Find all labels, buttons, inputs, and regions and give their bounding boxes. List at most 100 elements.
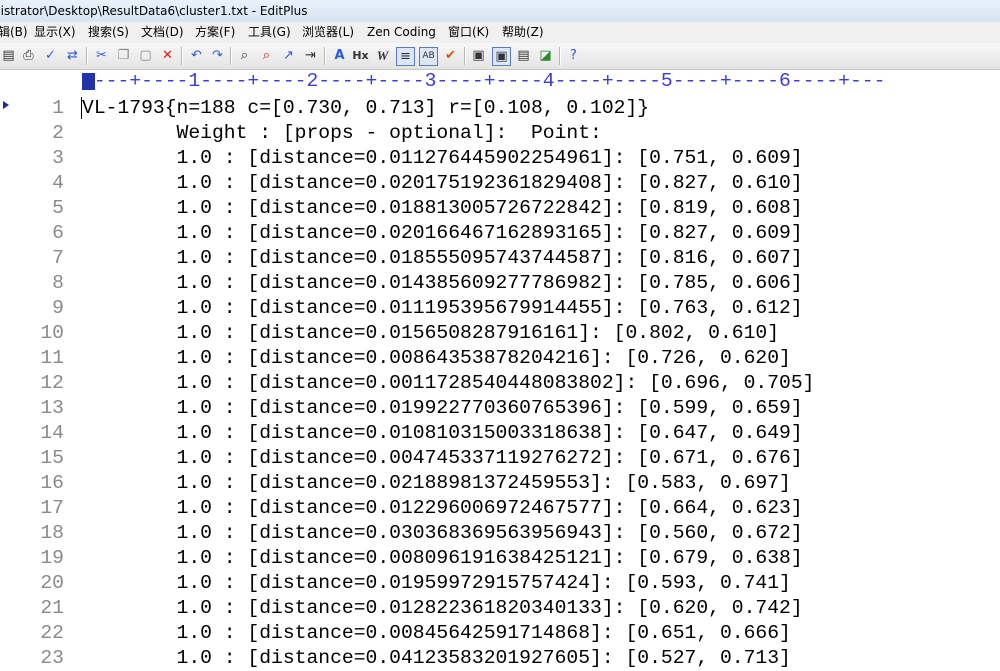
- line-text[interactable]: VL-1793{n=188 c=[0.730, 0.713] r=[0.108,…: [82, 96, 649, 121]
- column-ruler: ----+----1----+----2----+----3----+----4…: [82, 71, 1000, 92]
- spellcheck-icon[interactable]: ✓: [42, 47, 59, 64]
- editor-line[interactable]: 14 1.0 : [distance=0.010810315003318638]…: [0, 421, 1000, 446]
- editor-line[interactable]: 20 1.0 : [distance=0.01959972915757424]:…: [0, 571, 1000, 596]
- panel-1-icon[interactable]: ▣: [470, 47, 487, 64]
- line-number: 15: [40, 447, 64, 469]
- menu-tools[interactable]: 工具(G): [248, 22, 291, 43]
- editor-line[interactable]: 22 1.0 : [distance=0.00845642591714868]:…: [0, 621, 1000, 646]
- editor-line[interactable]: 10 1.0 : [distance=0.0156508287916161]: …: [0, 321, 1000, 346]
- editor-line[interactable]: 5 1.0 : [distance=0.018813005726722842]:…: [0, 196, 1000, 221]
- insert-icon[interactable]: ⇥: [302, 47, 319, 64]
- paste-icon[interactable]: ▢: [137, 47, 154, 64]
- editor-line[interactable]: 15 1.0 : [distance=0.004745337119276272]…: [0, 446, 1000, 471]
- menu-edit[interactable]: 辑(B): [0, 22, 28, 43]
- line-number: 1: [52, 97, 64, 119]
- menu-project[interactable]: 方案(F): [195, 22, 235, 43]
- editor-line[interactable]: 13 1.0 : [distance=0.019922770360765396]…: [0, 396, 1000, 421]
- editor-line[interactable]: 7 1.0 : [distance=0.018555095743744587]:…: [0, 246, 1000, 271]
- menu-browser[interactable]: 浏览器(L): [302, 22, 354, 43]
- check-icon[interactable]: ✔: [442, 47, 459, 64]
- menu-help[interactable]: 帮助(Z): [502, 22, 544, 43]
- editor-line[interactable]: 23 1.0 : [distance=0.04123583201927605]:…: [0, 646, 1000, 671]
- line-text[interactable]: 1.0 : [distance=0.018555095743744587]: […: [82, 246, 803, 271]
- editor-line[interactable]: 6 1.0 : [distance=0.020166467162893165]:…: [0, 221, 1000, 246]
- line-text[interactable]: 1.0 : [distance=0.00864353878204216]: [0…: [82, 346, 791, 371]
- find-in-files-icon[interactable]: ⌕: [258, 47, 275, 64]
- redo-icon[interactable]: ↷: [209, 47, 226, 64]
- menu-search[interactable]: 搜索(S): [88, 22, 129, 43]
- menu-window[interactable]: 窗口(K): [448, 22, 489, 43]
- delete-icon[interactable]: ✕: [159, 47, 176, 64]
- line-text[interactable]: 1.0 : [distance=0.02188981372459553]: [0…: [82, 471, 791, 496]
- goto-icon[interactable]: ↗: [280, 47, 297, 64]
- undo-icon[interactable]: ↶: [188, 47, 205, 64]
- menu-document[interactable]: 文档(D): [141, 22, 184, 43]
- editor-text-area[interactable]: 1 VL-1793{n=188 c=[0.730, 0.713] r=[0.108…: [0, 96, 1000, 671]
- italic-icon[interactable]: W: [374, 47, 391, 64]
- panel-2-icon[interactable]: ▣: [492, 47, 511, 66]
- line-text[interactable]: 1.0 : [distance=0.012296006972467577]: […: [82, 496, 803, 521]
- copy-icon[interactable]: ❐: [115, 47, 132, 64]
- line-text[interactable]: 1.0 : [distance=0.00845642591714868]: [0…: [82, 621, 791, 646]
- line-text[interactable]: 1.0 : [distance=0.020175192361829408]: […: [82, 171, 803, 196]
- line-number: 17: [40, 497, 64, 519]
- line-number: 23: [40, 647, 64, 669]
- window-title-bar[interactable]: nistrator\Desktop\ResultData6\cluster1.t…: [0, 0, 1000, 22]
- editor-line[interactable]: 21 1.0 : [distance=0.012822361820340133]…: [0, 596, 1000, 621]
- cut-icon[interactable]: ✂: [93, 47, 110, 64]
- find-icon[interactable]: ⌕: [236, 47, 253, 64]
- line-text[interactable]: 1.0 : [distance=0.004745337119276272]: […: [82, 446, 803, 471]
- print-preview-icon[interactable]: ▤: [0, 47, 17, 64]
- editor-line[interactable]: 17 1.0 : [distance=0.012296006972467577]…: [0, 496, 1000, 521]
- editor-line[interactable]: 2 Weight : [props - optional]: Point:: [0, 121, 1000, 146]
- line-number: 13: [40, 397, 64, 419]
- line-text[interactable]: 1.0 : [distance=0.018813005726722842]: […: [82, 196, 803, 221]
- line-text[interactable]: 1.0 : [distance=0.008096191638425121]: […: [82, 546, 803, 571]
- font-size-icon[interactable]: A: [331, 47, 348, 64]
- line-text[interactable]: 1.0 : [distance=0.020166467162893165]: […: [82, 221, 803, 246]
- line-number: 10: [40, 322, 64, 344]
- line-text[interactable]: 1.0 : [distance=0.011276445902254961]: […: [82, 146, 803, 171]
- editor-line[interactable]: 16 1.0 : [distance=0.02188981372459553]:…: [0, 471, 1000, 496]
- text-caret: [81, 97, 82, 119]
- line-number: 20: [40, 572, 64, 594]
- replace-icon[interactable]: ⇄: [64, 47, 81, 64]
- editor-line[interactable]: 12 1.0 : [distance=0.0011728540448083802…: [0, 371, 1000, 396]
- editor-line[interactable]: 11 1.0 : [distance=0.00864353878204216]:…: [0, 346, 1000, 371]
- word-wrap-icon[interactable]: ≡: [396, 47, 415, 66]
- toolbar: ▤ ⎙ ✓ ⇄ ✂ ❐ ▢ ✕ ↶ ↷ ⌕ ⌕ ↗ ⇥ A Hx W ≡ AB …: [0, 43, 1000, 70]
- line-text[interactable]: 1.0 : [distance=0.010810315003318638]: […: [82, 421, 803, 446]
- editor-line[interactable]: 4 1.0 : [distance=0.020175192361829408]:…: [0, 171, 1000, 196]
- editor-line[interactable]: 18 1.0 : [distance=0.030368369563956943]…: [0, 521, 1000, 546]
- panel-3-icon[interactable]: ▤: [515, 47, 532, 64]
- menu-zen-coding[interactable]: Zen Coding: [367, 22, 436, 43]
- menu-bar: 辑(B) 显示(X) 搜索(S) 文档(D) 方案(F) 工具(G) 浏览器(L…: [0, 22, 1000, 43]
- line-number: 14: [40, 422, 64, 444]
- column-select-icon[interactable]: AB: [419, 47, 438, 66]
- heading-icon[interactable]: Hx: [352, 47, 369, 64]
- print-icon[interactable]: ⎙: [20, 47, 37, 64]
- browser-icon[interactable]: ◪: [537, 47, 554, 64]
- help-icon[interactable]: ?: [565, 47, 582, 64]
- editor-line[interactable]: 19 1.0 : [distance=0.008096191638425121]…: [0, 546, 1000, 571]
- editor-line[interactable]: 8 1.0 : [distance=0.014385609277786982]:…: [0, 271, 1000, 296]
- ruler-cursor: [82, 73, 95, 90]
- editor-line[interactable]: 9 1.0 : [distance=0.011195395679914455]:…: [0, 296, 1000, 321]
- line-text[interactable]: 1.0 : [distance=0.04123583201927605]: [0…: [82, 646, 791, 671]
- line-text[interactable]: 1.0 : [distance=0.014385609277786982]: […: [82, 271, 803, 296]
- line-number: 6: [52, 222, 64, 244]
- line-text[interactable]: 1.0 : [distance=0.030368369563956943]: […: [82, 521, 803, 546]
- line-number: 12: [40, 372, 64, 394]
- editor-line[interactable]: 1 VL-1793{n=188 c=[0.730, 0.713] r=[0.108…: [0, 96, 1000, 121]
- line-text[interactable]: 1.0 : [distance=0.0011728540448083802]: …: [82, 371, 815, 396]
- line-text[interactable]: 1.0 : [distance=0.012822361820340133]: […: [82, 596, 803, 621]
- line-number: 7: [52, 247, 64, 269]
- line-text[interactable]: 1.0 : [distance=0.0156508287916161]: [0.…: [82, 321, 780, 346]
- line-number: 19: [40, 547, 64, 569]
- line-text[interactable]: Weight : [props - optional]: Point:: [82, 121, 602, 146]
- line-text[interactable]: 1.0 : [distance=0.011195395679914455]: […: [82, 296, 803, 321]
- menu-view[interactable]: 显示(X): [34, 22, 76, 43]
- line-text[interactable]: 1.0 : [distance=0.01959972915757424]: [0…: [82, 571, 791, 596]
- line-text[interactable]: 1.0 : [distance=0.019922770360765396]: […: [82, 396, 803, 421]
- editor-line[interactable]: 3 1.0 : [distance=0.011276445902254961]:…: [0, 146, 1000, 171]
